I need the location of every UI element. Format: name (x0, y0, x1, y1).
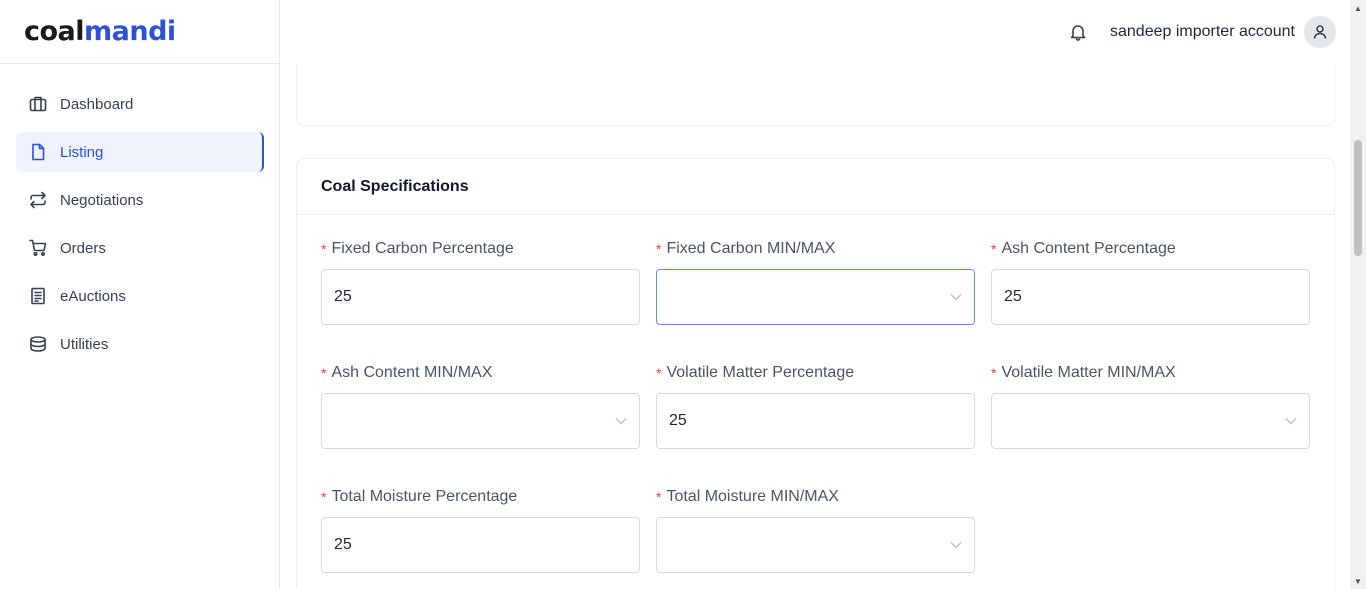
field-label-text: Volatile Matter MIN/MAX (1001, 364, 1176, 381)
field-label-text: Ash Content Percentage (1001, 240, 1176, 257)
total-moisture-minmax-select[interactable] (656, 517, 975, 573)
volatile-matter-percentage-input[interactable]: 25 (656, 393, 975, 449)
total-moisture-percentage-input[interactable]: 25 (321, 517, 640, 573)
top-header: sandeep importer account (281, 0, 1350, 64)
required-mark: * (321, 489, 327, 505)
chevron-down-icon (1285, 412, 1297, 430)
input-value: 25 (334, 288, 352, 305)
page-scrollbar[interactable]: ▲ ▼ (1350, 0, 1366, 589)
scroll-up-arrow-icon[interactable]: ▲ (1350, 0, 1366, 16)
sidebar-item-label: Utilities (60, 335, 109, 353)
volatile-matter-percentage-field: * Volatile Matter Percentage 25 (656, 362, 975, 449)
required-mark: * (991, 365, 997, 381)
fixed-carbon-minmax-select[interactable] (656, 269, 975, 325)
field-label-text: Ash Content MIN/MAX (331, 364, 493, 381)
briefcase-icon (28, 94, 48, 114)
user-name[interactable]: sandeep importer account (1110, 23, 1295, 41)
sidebar-item-negotiations[interactable]: Negotiations (16, 180, 263, 220)
sidebar-item-label: Listing (60, 143, 104, 161)
required-mark: * (321, 241, 327, 257)
sidebar-item-dashboard[interactable]: Dashboard (16, 84, 263, 124)
total-moisture-percentage-field: * Total Moisture Percentage 25 (321, 486, 640, 573)
database-icon (28, 334, 48, 354)
swap-arrows-icon (28, 190, 48, 210)
input-value: 25 (1004, 288, 1022, 305)
required-mark: * (991, 241, 997, 257)
scroll-down-arrow-icon[interactable]: ▼ (1350, 573, 1366, 589)
field-label: * Volatile Matter Percentage (656, 362, 975, 384)
scrollbar-thumb[interactable] (1354, 140, 1362, 256)
sidebar-item-eauctions[interactable]: eAuctions (16, 276, 263, 316)
input-value: 25 (669, 412, 687, 429)
logo-text-coal: coal (24, 16, 85, 47)
fixed-carbon-minmax-field: * Fixed Carbon MIN/MAX (656, 238, 975, 325)
fixed-carbon-percentage-input[interactable]: 25 (321, 269, 640, 325)
document-icon (28, 142, 48, 162)
sidebar-item-label: Dashboard (60, 95, 134, 113)
fixed-carbon-percentage-field: * Fixed Carbon Percentage 25 (321, 238, 640, 325)
avatar[interactable] (1304, 16, 1336, 48)
field-label: * Volatile Matter MIN/MAX (991, 362, 1310, 384)
volatile-matter-minmax-field: * Volatile Matter MIN/MAX (991, 362, 1310, 449)
field-label: * Fixed Carbon MIN/MAX (656, 238, 975, 260)
list-document-icon (28, 286, 48, 306)
section-title: Coal Specifications (321, 177, 469, 195)
field-label-text: Total Moisture Percentage (331, 488, 518, 505)
ash-content-minmax-field: * Ash Content MIN/MAX (321, 362, 640, 449)
field-label: * Total Moisture MIN/MAX (656, 486, 975, 508)
sidebar-item-orders[interactable]: Orders (16, 228, 263, 268)
card-header: Coal Specifications (297, 159, 1334, 215)
field-label-text: Total Moisture MIN/MAX (666, 488, 839, 505)
coal-specifications-card: Coal Specifications * Fixed Carbon Percen… (296, 158, 1335, 589)
sidebar-nav: Dashboard Listing Negotiations Orders eA… (0, 64, 279, 364)
volatile-matter-minmax-select[interactable] (991, 393, 1310, 449)
sidebar-item-label: Negotiations (60, 191, 144, 209)
chevron-down-icon (950, 288, 962, 306)
field-label: * Fixed Carbon Percentage (321, 238, 640, 260)
user-icon (1313, 25, 1327, 39)
field-label-text: Fixed Carbon MIN/MAX (666, 240, 836, 257)
previous-section-card (296, 64, 1335, 126)
sidebar: coalmandi Dashboard Listing Negotiations… (0, 0, 280, 589)
ash-content-minmax-select[interactable] (321, 393, 640, 449)
cart-icon (28, 238, 48, 258)
field-label-text: Fixed Carbon Percentage (331, 240, 514, 257)
field-label: * Ash Content Percentage (991, 238, 1310, 260)
field-label: * Ash Content MIN/MAX (321, 362, 640, 384)
logo[interactable]: coalmandi (0, 0, 279, 64)
required-mark: * (656, 489, 662, 505)
total-moisture-minmax-field: * Total Moisture MIN/MAX (656, 486, 975, 573)
bell-icon[interactable] (1068, 22, 1088, 42)
logo-text-mandi: mandi (84, 16, 176, 47)
required-mark: * (656, 241, 662, 257)
chevron-down-icon (950, 536, 962, 554)
required-mark: * (656, 365, 662, 381)
field-label: * Total Moisture Percentage (321, 486, 640, 508)
input-value: 25 (334, 536, 352, 553)
ash-content-percentage-input[interactable]: 25 (991, 269, 1310, 325)
main-content: Coal Specifications * Fixed Carbon Percen… (281, 64, 1350, 589)
sidebar-item-utilities[interactable]: Utilities (16, 324, 263, 364)
chevron-down-icon (615, 412, 627, 430)
ash-content-percentage-field: * Ash Content Percentage 25 (991, 238, 1310, 325)
sidebar-item-listing[interactable]: Listing (16, 132, 264, 172)
sidebar-item-label: eAuctions (60, 287, 126, 305)
sidebar-item-label: Orders (60, 239, 106, 257)
required-mark: * (321, 365, 327, 381)
field-label-text: Volatile Matter Percentage (666, 364, 855, 381)
